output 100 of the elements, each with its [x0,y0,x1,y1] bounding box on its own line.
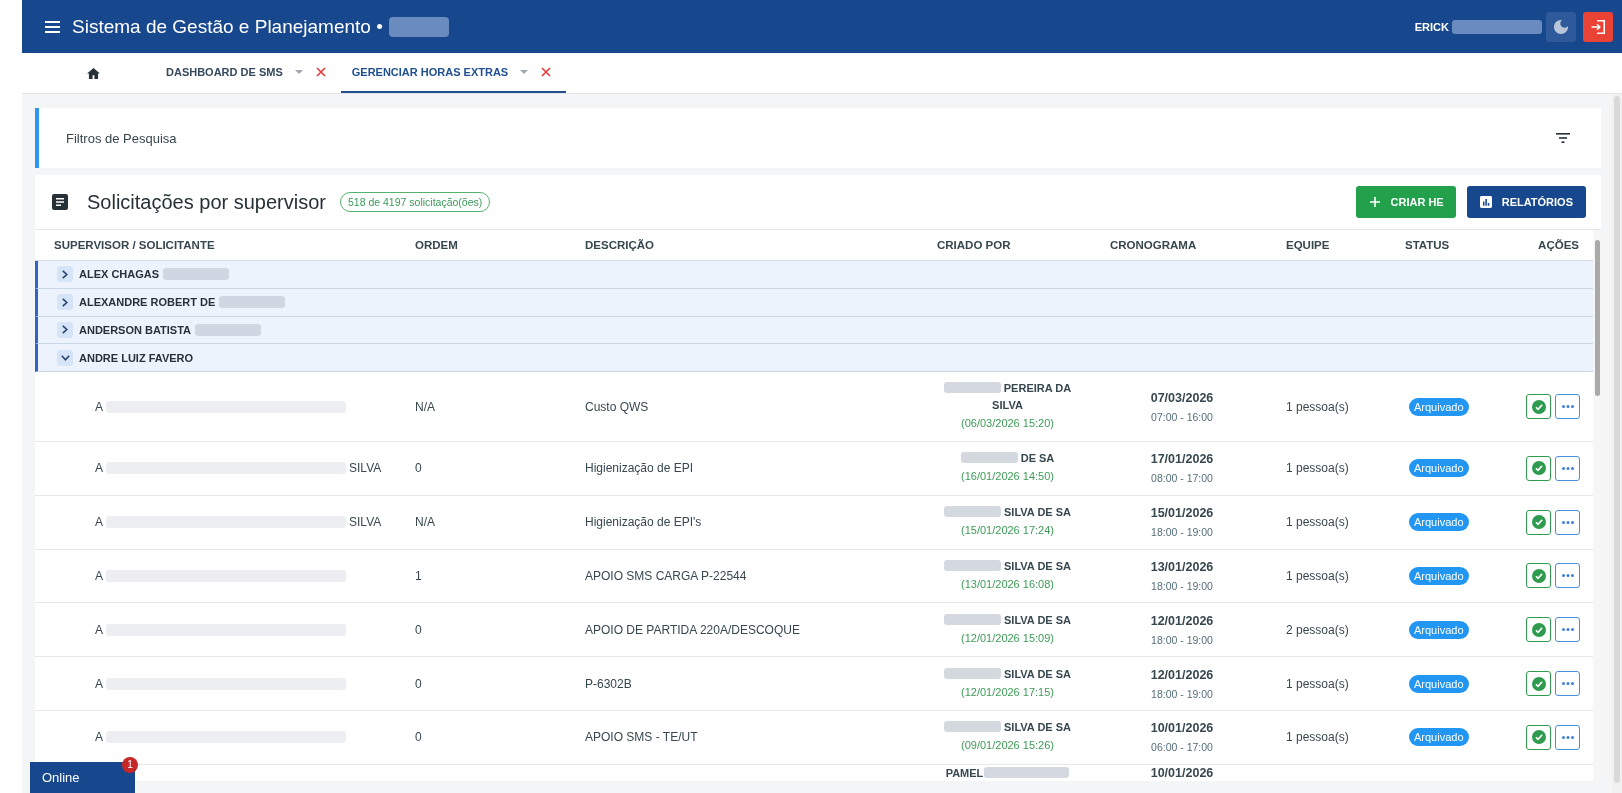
more-icon [1561,405,1574,408]
created-date: (12/01/2026 17:15) [961,684,1054,700]
supervisor-name: ANDRE LUIZ FAVERO [79,351,194,364]
group-row[interactable]: ALEX CHAGAS [35,261,1593,289]
schedule-time: 18:00 - 19:00 [1151,525,1213,541]
table-row[interactable]: A N/A Custo QWS PEREIRA DA SILVA (06/03/2026 15:20) 07/03/2026 07:00 - 16:00 1 pessoa(s) Arquivado [35,372,1593,442]
caret-icon[interactable] [294,70,303,74]
logout-button[interactable] [1583,11,1613,42]
order-number: 0 [415,622,422,637]
supervisor-name: ALEXANDRE ROBERT DE [79,296,216,309]
redacted-block [388,16,449,37]
table-row[interactable]: A SILVA 0 Higienização de EPI DE SA (16/01/2026 14:50) 17/01/2026 08:00 - 17:00 1 pessoa(s) Arquivado [35,442,1593,496]
more-button[interactable] [1555,455,1580,481]
bar-chart-icon [1479,196,1492,208]
redacted-block [944,560,1001,571]
requester-name: A [95,515,103,530]
document-icon [52,194,68,210]
approve-button[interactable] [1526,617,1551,643]
reports-button[interactable]: RELATÓRIOS [1466,186,1586,218]
filter-icon[interactable] [1556,133,1570,143]
requester-name: A [95,676,103,691]
moon-icon [1554,19,1568,34]
description-text: Higienização de EPI [585,461,694,476]
description-text: APOIO DE PARTIDA 220A/DESCOQUE [585,622,800,637]
more-icon [1561,682,1574,686]
scrollbar-thumb[interactable] [1614,96,1620,783]
schedule-time: 18:00 - 19:00 [1151,579,1213,594]
team-size: 2 pessoa(s) [1286,622,1349,637]
requester-name: A [95,399,103,414]
filter-panel[interactable]: Filtros de Pesquisa [35,108,1601,168]
schedule-date: 13/01/2026 [1150,559,1214,576]
more-button[interactable] [1555,724,1580,750]
table-row[interactable]: A 1 APOIO SMS CARGA P-22544 SILVA DE SA (13/01/2026 16:08) 13/01/2026 18:00 - 19:00 1 pessoa(s) Arquivado [35,549,1593,604]
column-header: STATUS [1405,239,1450,251]
check-circle-icon [1531,515,1546,530]
team-size: 1 pessoa(s) [1286,399,1349,414]
creator-name: DE SA [1020,452,1055,465]
scrollbar-thumb[interactable] [1595,240,1600,396]
requester-name: A [95,461,103,476]
schedule-time: 08:00 - 17:00 [1151,471,1213,487]
tab[interactable]: DASHBOARD DE SMS [155,53,341,93]
expand-toggle[interactable] [57,294,73,311]
more-button[interactable] [1555,563,1580,589]
expand-toggle[interactable] [57,321,73,338]
description-text: Custo QWS [585,399,649,414]
group-row[interactable]: ANDERSON BATISTA [35,316,1593,345]
more-button[interactable] [1555,671,1580,697]
table-row[interactable]: A SILVA N/A Higienização de EPI's SILVA DE SA (15/01/2026 17:24) 15/01/2026 18:00 - 19:00 1 pessoa(s) Arquivado [35,495,1593,550]
schedule-date: 17/01/2026 [1150,451,1214,469]
created-date: (13/01/2026 16:08) [961,577,1054,592]
caret-icon[interactable] [520,70,529,74]
home-icon [86,67,100,79]
status-badge: Arquivado [1409,513,1469,532]
redacted-block [944,721,1001,733]
logout-icon [1591,19,1605,34]
supervisor-name: ANDERSON BATISTA [79,323,192,336]
scrollbar[interactable] [1612,94,1622,793]
approve-button[interactable] [1526,724,1551,750]
more-icon [1561,735,1574,739]
close-icon[interactable] [541,67,552,77]
schedule-time: 18:00 - 19:00 [1151,686,1213,702]
team-size: 1 pessoa(s) [1286,730,1349,745]
approve-button[interactable] [1526,455,1551,481]
group-row[interactable]: ALEXANDRE ROBERT DE [35,288,1593,317]
order-number: N/A [415,399,435,414]
approve-button[interactable] [1526,394,1551,419]
theme-button[interactable] [1546,11,1576,42]
description-text: APOIO SMS CARGA P-22544 [585,569,747,583]
expand-toggle[interactable] [57,349,73,366]
menu-icon [45,20,60,33]
more-icon [1561,628,1574,632]
table-row[interactable]: A 0 P-6302B SILVA DE SA (12/01/2026 17:15) 12/01/2026 18:00 - 19:00 1 pessoa(s) Arquivado [35,657,1593,711]
close-icon[interactable] [315,67,326,77]
team-size: 1 pessoa(s) [1286,515,1349,530]
menu-button[interactable] [45,20,60,33]
more-button[interactable] [1555,617,1580,643]
group-row[interactable]: ANDRE LUIZ FAVERO [35,344,1593,372]
table-row[interactable]: A 0 APOIO DE PARTIDA 220A/DESCOQUE SILVA DE SA (12/01/2026 15:09) 12/01/2026 18:00 - 19:00 2 pessoa(s) Arquivado [35,603,1593,658]
created-date: (06/03/2026 15:20) [961,416,1054,431]
creator-name: SILVA DE SA [1004,560,1071,572]
redacted-block [944,667,1001,679]
filter-title: Filtros de Pesquisa [66,130,177,146]
more-icon [1561,466,1574,470]
schedule-date: 07/03/2026 [1150,389,1214,407]
plus-icon [1369,197,1380,207]
more-button[interactable] [1555,509,1580,535]
requester-name: SILVA [349,515,382,530]
approve-button[interactable] [1526,509,1551,535]
order-number: 0 [415,730,422,745]
expand-toggle[interactable] [57,266,73,283]
schedule-time: 07:00 - 16:00 [1151,409,1213,425]
status-badge: Arquivado [1409,674,1469,693]
more-button[interactable] [1555,394,1580,419]
approve-button[interactable] [1526,563,1551,589]
approve-button[interactable] [1526,671,1551,697]
column-header: ORDEM [415,239,458,251]
schedule-time: 18:00 - 19:00 [1151,632,1213,648]
redacted-block [943,382,1001,393]
schedule-date: 12/01/2026 [1150,666,1214,684]
requester-name: SILVA [349,461,382,476]
